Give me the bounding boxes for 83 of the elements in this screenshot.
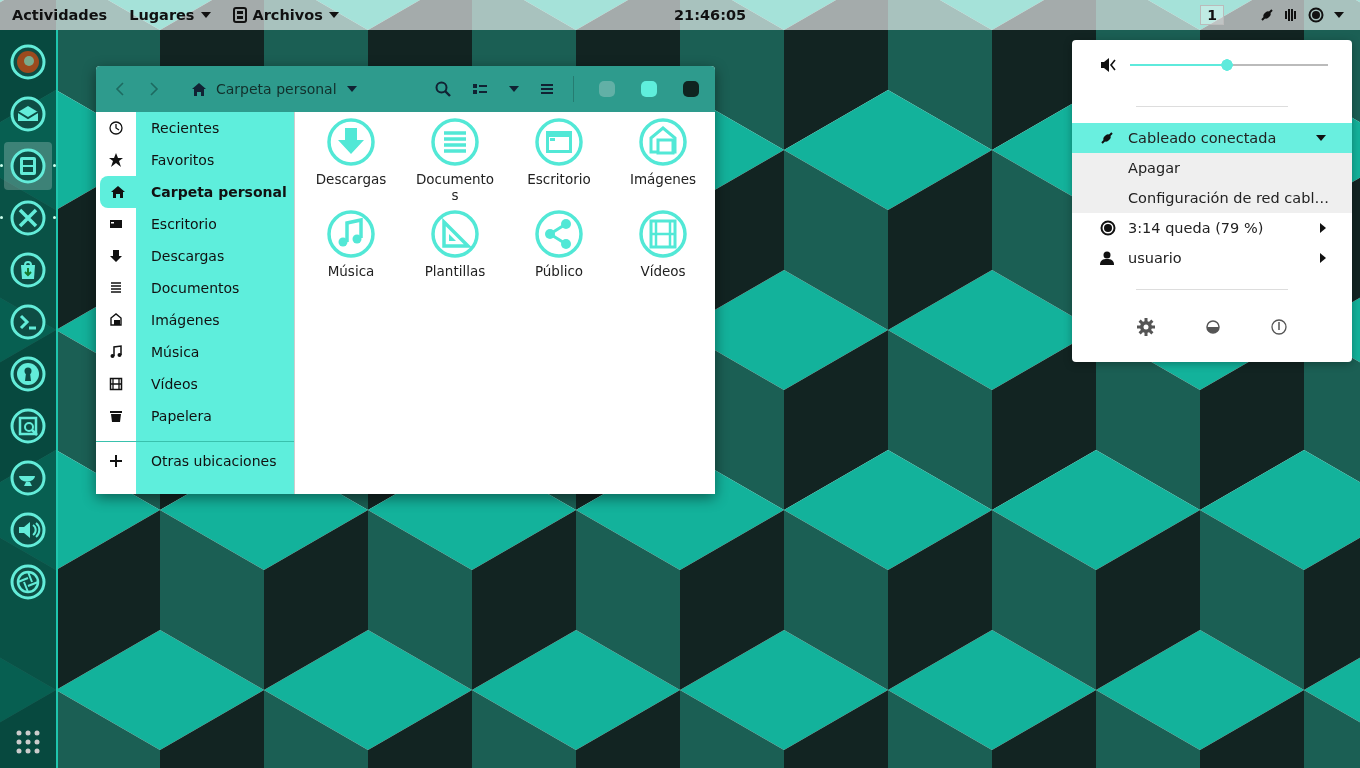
user-item[interactable]: usuario — [1072, 243, 1352, 273]
download-folder-icon — [327, 118, 375, 166]
network-submenu-item[interactable]: Configuración de red cabl… — [1072, 183, 1352, 213]
picture-icon — [109, 313, 123, 327]
status-menu[interactable] — [1260, 7, 1344, 23]
user-icon — [1100, 251, 1116, 265]
sidebar-item[interactable]: Escritorio — [96, 208, 294, 240]
search-icon[interactable] — [435, 81, 451, 97]
muted-speaker-icon — [1100, 57, 1116, 73]
network-submenu-item[interactable]: Apagar — [1072, 153, 1352, 183]
file-cabinet-icon — [232, 7, 247, 23]
film-icon — [109, 377, 123, 391]
folder-item[interactable]: Imágenes — [611, 118, 715, 210]
places-menu[interactable]: Lugares — [129, 7, 211, 23]
clock-icon — [109, 121, 123, 135]
caret-icon — [1320, 223, 1326, 233]
sidebar-item[interactable]: Favoritos — [96, 144, 294, 176]
folder-item[interactable]: Documentos — [403, 118, 507, 210]
audio-level-icon — [1284, 8, 1298, 22]
terminal-icon — [10, 304, 46, 340]
templates-folder-icon — [431, 210, 479, 258]
speaker-icon — [10, 512, 46, 548]
half-circle-icon[interactable] — [1206, 320, 1220, 334]
sidebar-item[interactable]: Documentos — [96, 272, 294, 304]
caret-icon[interactable] — [509, 86, 519, 92]
pictures-folder-icon — [639, 118, 687, 166]
caret-icon — [1320, 253, 1326, 263]
desktop-folder-icon — [535, 118, 583, 166]
folder-item[interactable]: Descargas — [299, 118, 403, 210]
folder-item[interactable]: Escritorio — [507, 118, 611, 210]
path-button[interactable]: Carpeta personal — [188, 77, 361, 101]
clock[interactable]: 21:46:05 — [674, 7, 747, 23]
star-icon — [109, 153, 123, 167]
share-folder-icon — [535, 210, 583, 258]
caret-icon — [328, 12, 339, 18]
sidebar-item[interactable]: Imágenes — [96, 304, 294, 336]
battery-icon — [1100, 220, 1116, 236]
sidebar-item[interactable]: Papelera — [96, 400, 294, 432]
caret-icon — [1316, 135, 1326, 141]
power-icon[interactable] — [1270, 319, 1287, 335]
home-icon — [111, 185, 125, 199]
music-icon — [109, 345, 123, 359]
music-folder-icon — [327, 210, 375, 258]
menu-icon[interactable] — [541, 83, 553, 95]
desktop-icon — [109, 217, 123, 231]
keyhole-icon — [10, 356, 46, 392]
sidebar-item[interactable]: Carpeta personal — [96, 176, 294, 208]
caret-icon — [1334, 12, 1344, 18]
folder-item[interactable]: Público — [507, 210, 611, 302]
folder-item[interactable]: Música — [299, 210, 403, 302]
settings-icon[interactable] — [1137, 318, 1156, 336]
network-item[interactable]: Cableado conectada — [1072, 123, 1352, 153]
folder-item[interactable]: Plantillas — [403, 210, 507, 302]
image-search-icon — [10, 408, 46, 444]
sidebar-item[interactable]: Vídeos — [96, 368, 294, 400]
shopping-bag-icon — [10, 252, 46, 288]
workspace-indicator[interactable]: 1 — [1200, 5, 1224, 25]
download-icon — [109, 249, 123, 263]
wired-network-icon — [1100, 131, 1116, 145]
plus-icon — [110, 455, 122, 467]
caret-icon — [200, 12, 211, 18]
list-view-icon[interactable] — [473, 83, 487, 95]
folder-item[interactable]: Vídeos — [611, 210, 715, 302]
app-grid-icon[interactable] — [16, 730, 40, 754]
activities-button[interactable]: Actividades — [12, 7, 108, 23]
sidebar-item[interactable]: Otras ubicaciones — [96, 442, 294, 480]
aperture-icon — [10, 564, 46, 600]
documents-folder-icon — [431, 118, 479, 166]
close-button[interactable] — [683, 81, 699, 97]
sidebar-item[interactable]: Descargas — [96, 240, 294, 272]
file-cabinet-icon — [10, 148, 46, 184]
sidebar-item[interactable]: Música — [96, 336, 294, 368]
wired-network-icon — [1260, 8, 1274, 22]
videos-folder-icon — [639, 210, 687, 258]
app-menu[interactable]: Archivos — [232, 7, 339, 23]
mail-icon — [10, 96, 46, 132]
battery-icon — [1308, 7, 1324, 23]
document-icon — [109, 281, 123, 295]
caret-icon — [346, 86, 357, 92]
sidebar-item[interactable]: Recientes — [96, 112, 294, 144]
home-icon — [192, 82, 206, 96]
trash-icon — [109, 409, 123, 423]
battery-item[interactable]: 3:14 queda (79 %) — [1072, 213, 1352, 243]
